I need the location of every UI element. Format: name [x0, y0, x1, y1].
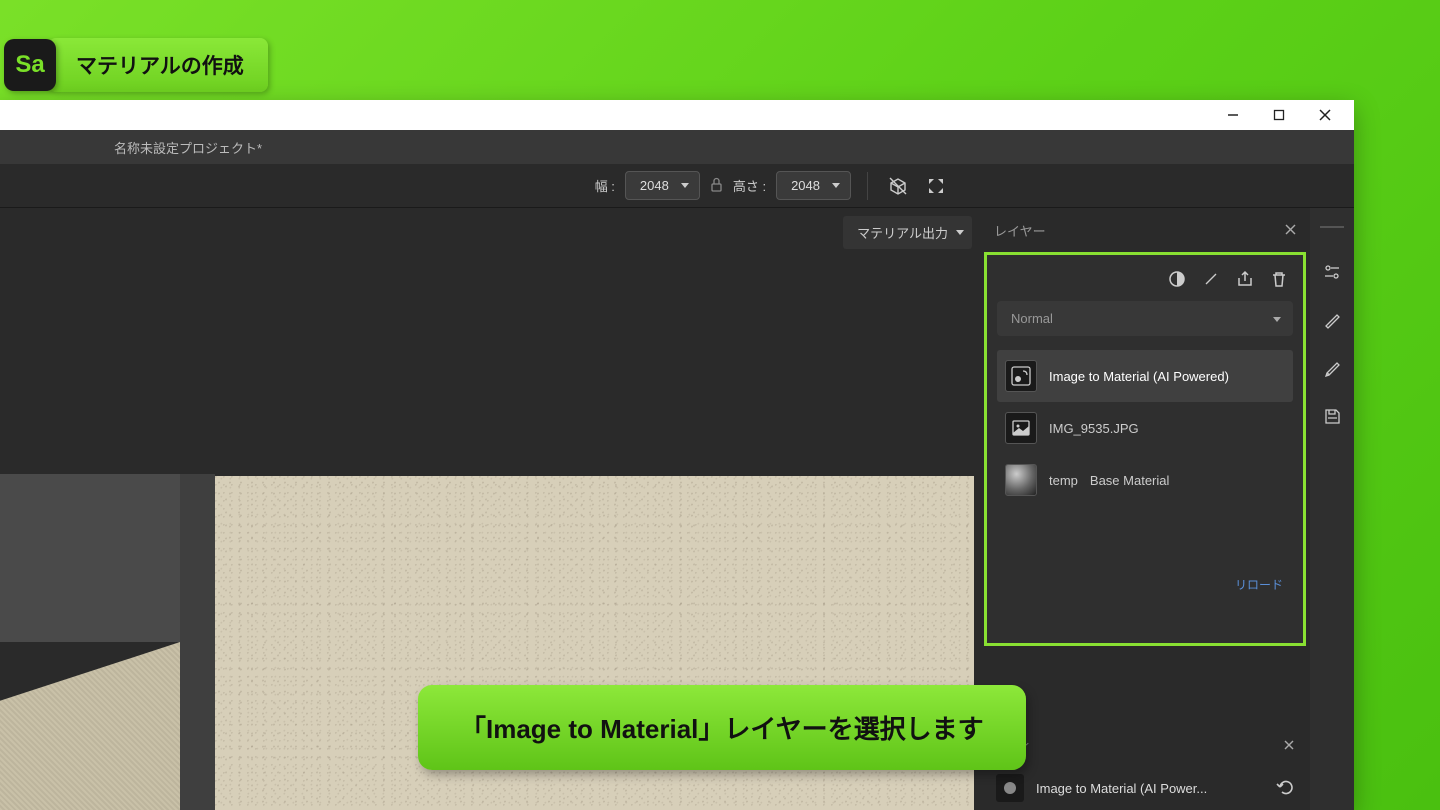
width-select[interactable]: 2048 [625, 171, 700, 200]
layer-label: Base Material [1090, 473, 1169, 488]
undo-icon[interactable] [1276, 779, 1294, 798]
sphere-thumb-icon [1005, 464, 1037, 496]
layers-title: レイヤー [994, 221, 1046, 240]
height-label: 高さ : [733, 176, 766, 195]
close-properties-icon[interactable] [1284, 739, 1294, 753]
layers-body-highlighted: Normal Image to Material (AI Powered) IM… [984, 252, 1306, 646]
layer-item-base-material[interactable]: temp Base Material [997, 454, 1293, 506]
mask-icon[interactable] [1167, 269, 1187, 289]
layers-header: レイヤー [980, 208, 1310, 252]
properties-thumb-icon [996, 774, 1024, 802]
close-panel-icon[interactable] [1285, 223, 1296, 238]
reload-link[interactable]: リロード [997, 506, 1293, 593]
pen-icon[interactable] [1322, 358, 1342, 378]
app-logo-icon: Sa [4, 39, 56, 91]
rail-handle-icon [1320, 226, 1344, 228]
material-preview-side [0, 642, 180, 810]
top-toolbar: 幅 : 2048 高さ : 2048 [0, 164, 1354, 208]
material-output-dropdown[interactable]: マテリアル出力 [843, 216, 972, 249]
properties-header: パティ [980, 725, 1310, 766]
image-thumb-icon [1005, 412, 1037, 444]
project-title: 名称未設定プロジェクト* [114, 138, 262, 157]
export-icon[interactable] [1235, 269, 1255, 289]
close-button[interactable] [1318, 108, 1332, 122]
settings-icon[interactable] [1322, 262, 1342, 282]
layer-item-image-to-material[interactable]: Image to Material (AI Powered) [997, 350, 1293, 402]
tutorial-badge: Sa マテリアルの作成 [4, 38, 268, 92]
layer-item-image[interactable]: IMG_9535.JPG [997, 402, 1293, 454]
height-select[interactable]: 2048 [776, 171, 851, 200]
project-title-bar: 名称未設定プロジェクト* [0, 130, 1354, 164]
blend-mode-select[interactable]: Normal [997, 301, 1293, 336]
lock-icon[interactable] [710, 177, 723, 195]
right-tool-rail [1310, 208, 1354, 810]
save-icon[interactable] [1322, 406, 1342, 426]
tutorial-title: マテリアルの作成 [48, 38, 268, 92]
layer-label: Image to Material (AI Powered) [1049, 369, 1229, 384]
width-label: 幅 : [595, 176, 615, 195]
layers-panel: レイヤー [980, 208, 1310, 810]
properties-row: Image to Material (AI Power... [980, 766, 1310, 810]
brush-icon[interactable] [1322, 310, 1342, 330]
delete-icon[interactable] [1269, 269, 1289, 289]
fullscreen-icon[interactable] [922, 172, 950, 200]
layer-actions [997, 263, 1293, 301]
tutorial-caption: 「Image to Material」レイヤーを選択します [418, 685, 1026, 770]
cube-view-icon[interactable] [884, 172, 912, 200]
properties-row-label: Image to Material (AI Power... [1036, 781, 1264, 796]
maximize-button[interactable] [1272, 108, 1286, 122]
properties-panel: パティ Image to Material (AI Power... [980, 725, 1310, 810]
adjustment-icon[interactable] [1201, 269, 1221, 289]
layer-label: IMG_9535.JPG [1049, 421, 1139, 436]
window-titlebar [0, 100, 1354, 130]
ai-layer-thumb-icon [1005, 360, 1037, 392]
minimize-button[interactable] [1226, 108, 1240, 122]
